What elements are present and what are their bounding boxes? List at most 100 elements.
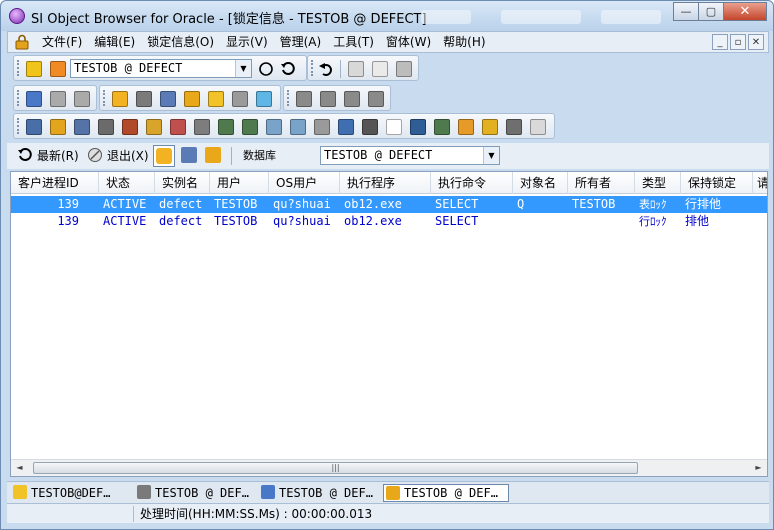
undo-icon[interactable] xyxy=(318,61,334,77)
synonym-icon[interactable] xyxy=(98,119,114,135)
column-header[interactable]: 所有者 xyxy=(568,172,635,194)
sql-icon[interactable] xyxy=(26,91,42,107)
horizontal-scrollbar[interactable]: ◄ ||| ► xyxy=(11,459,767,476)
window-icon[interactable] xyxy=(74,91,90,107)
index-icon[interactable] xyxy=(242,119,258,135)
key-icon[interactable] xyxy=(50,119,66,135)
exit-button[interactable]: 退出(X) xyxy=(107,147,149,165)
sync-icon[interactable] xyxy=(458,119,474,135)
database-icon[interactable] xyxy=(136,91,152,107)
help-icon[interactable] xyxy=(320,91,336,107)
grid-icon[interactable] xyxy=(344,91,360,107)
menu-lock-info[interactable]: 锁定信息(O) xyxy=(141,34,220,50)
table-row[interactable]: 139 ACTIVE defect TESTOB qu?shuai ob12.e… xyxy=(11,196,767,213)
lock-icon[interactable] xyxy=(184,91,200,107)
refresh-icon[interactable] xyxy=(280,61,296,77)
tree-icon[interactable] xyxy=(266,119,282,135)
window-tab[interactable]: TESTOB@DEF… xyxy=(11,484,119,502)
grid-icon[interactable] xyxy=(314,119,330,135)
scrollbar-thumb[interactable]: ||| xyxy=(33,462,638,474)
column-header[interactable]: 执行程序 xyxy=(340,172,431,194)
package-icon[interactable] xyxy=(146,119,162,135)
external-link-icon[interactable] xyxy=(386,119,402,135)
computer-icon[interactable] xyxy=(160,91,176,107)
toolbar-grip[interactable] xyxy=(17,90,20,106)
table-icon[interactable] xyxy=(26,119,42,135)
database-combo[interactable]: TESTOB @ DEFECT ▼ xyxy=(320,146,500,165)
circle-icon[interactable] xyxy=(258,61,274,77)
cut-icon[interactable] xyxy=(348,61,364,77)
window-tab[interactable]: TESTOB @ DEF… xyxy=(135,484,255,502)
user-view-button[interactable] xyxy=(153,145,175,167)
menu-tools[interactable]: 工具(T) xyxy=(327,34,380,50)
tree-alt-icon[interactable] xyxy=(290,119,306,135)
toolbar-grip[interactable] xyxy=(17,60,20,76)
column-header[interactable]: 请 xyxy=(753,172,767,194)
menu-file[interactable]: 文件(F) xyxy=(36,34,88,50)
lock-icon[interactable] xyxy=(205,147,221,163)
report-icon[interactable] xyxy=(50,91,66,107)
menu-edit[interactable]: 编辑(E) xyxy=(88,34,141,50)
scroll-left-button[interactable]: ◄ xyxy=(11,460,28,476)
scroll-right-button[interactable]: ► xyxy=(750,460,767,476)
minimize-button[interactable]: — xyxy=(673,2,699,21)
cell-lock-held: 行排他 xyxy=(685,197,722,211)
cylinder-icon[interactable] xyxy=(208,91,224,107)
close-button[interactable]: ✕ xyxy=(723,2,767,21)
connection-combo[interactable]: TESTOB @ DEFECT ▼ xyxy=(70,59,252,78)
window-icon[interactable] xyxy=(362,119,378,135)
column-header[interactable]: 用户 xyxy=(210,172,269,194)
mdi-close-button[interactable]: ✕ xyxy=(748,34,764,50)
chevron-down-icon[interactable]: ▼ xyxy=(235,60,251,77)
refresh-icon[interactable] xyxy=(17,147,33,163)
info-icon[interactable] xyxy=(256,91,272,107)
column-header[interactable]: 实例名 xyxy=(155,172,210,194)
monitor-icon[interactable] xyxy=(410,119,426,135)
toolbar-grip[interactable] xyxy=(103,90,106,106)
window-tab[interactable]: TESTOB @ DEF… xyxy=(259,484,381,502)
export-icon[interactable] xyxy=(296,91,312,107)
exit-icon[interactable] xyxy=(87,147,103,163)
menu-view[interactable]: 显示(V) xyxy=(220,34,274,50)
copy-icon[interactable] xyxy=(372,61,388,77)
view-icon[interactable] xyxy=(74,119,90,135)
menu-window[interactable]: 窗体(W) xyxy=(380,34,437,50)
toolbar-grip[interactable] xyxy=(17,118,20,134)
lock-icon[interactable] xyxy=(50,61,66,77)
app-window: SI Object Browser for Oracle - [锁定信息 - T… xyxy=(0,0,774,530)
column-header[interactable]: 对象名 xyxy=(513,172,568,194)
column-header[interactable]: 执行命令 xyxy=(431,172,513,194)
mdi-restore-button[interactable]: ▫ xyxy=(730,34,746,50)
key-alt-icon[interactable] xyxy=(482,119,498,135)
table-row[interactable]: 139 ACTIVE defect TESTOB qu?shuai ob12.e… xyxy=(11,213,767,230)
stack-icon[interactable] xyxy=(232,91,248,107)
column-header[interactable]: OS用户 xyxy=(269,172,340,194)
procedure-icon[interactable] xyxy=(170,119,186,135)
function-icon[interactable] xyxy=(194,119,210,135)
user-icon[interactable] xyxy=(112,91,128,107)
window-tab-active[interactable]: TESTOB @ DEF… xyxy=(383,484,509,502)
column-header[interactable]: 状态 xyxy=(99,172,155,194)
column-header[interactable]: 保持锁定 xyxy=(681,172,753,194)
sequence-icon[interactable] xyxy=(122,119,138,135)
computer-icon[interactable] xyxy=(181,147,197,163)
title-bar[interactable]: SI Object Browser for Oracle - [锁定信息 - T… xyxy=(1,1,773,31)
add-icon[interactable] xyxy=(26,61,42,77)
chevron-down-icon[interactable]: ▼ xyxy=(483,147,499,164)
menu-admin[interactable]: 管理(A) xyxy=(274,34,328,50)
refresh-button[interactable]: 最新(R) xyxy=(37,147,79,165)
document-icon[interactable] xyxy=(530,119,546,135)
library-icon[interactable] xyxy=(506,119,522,135)
column-header[interactable]: 客户进程ID xyxy=(11,172,99,194)
calendar-icon[interactable] xyxy=(434,119,450,135)
move-icon[interactable] xyxy=(368,91,384,107)
column-header[interactable]: 类型 xyxy=(635,172,681,194)
menu-help[interactable]: 帮助(H) xyxy=(437,34,491,50)
maximize-button[interactable]: ▢ xyxy=(698,2,724,21)
toolbar-grip[interactable] xyxy=(311,60,314,76)
mdi-minimize-button[interactable]: _ xyxy=(712,34,728,50)
trigger-icon[interactable] xyxy=(218,119,234,135)
chart-icon[interactable] xyxy=(338,119,354,135)
paste-icon[interactable] xyxy=(396,61,412,77)
toolbar-grip[interactable] xyxy=(287,90,290,106)
